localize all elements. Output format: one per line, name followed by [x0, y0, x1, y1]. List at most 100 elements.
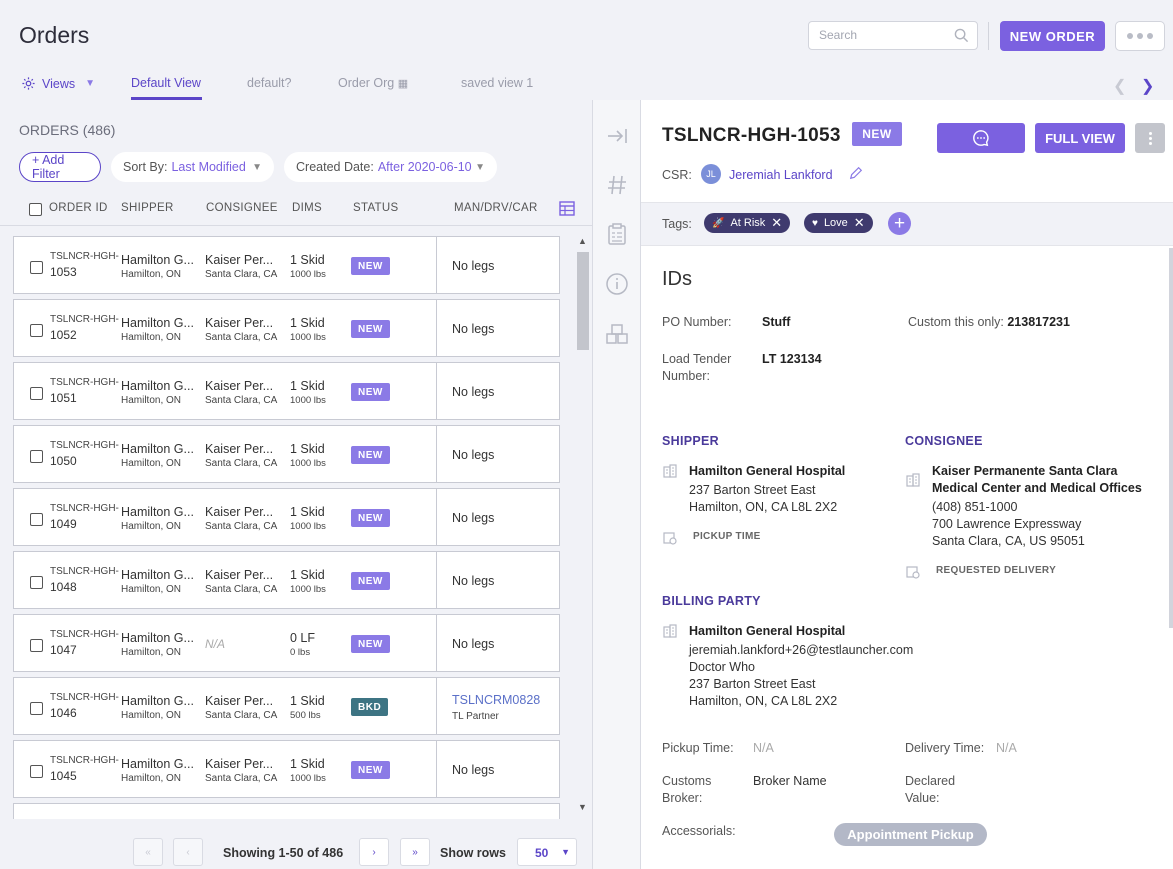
rocket-icon: 🚀	[712, 217, 725, 229]
col-order-id[interactable]: ORDER ID	[49, 202, 108, 214]
orders-table-body: TSLNCR-HGH- 1053 Hamilton G... Hamilton, O…	[13, 236, 560, 819]
billing-section-title: BILLING PARTY	[662, 594, 761, 608]
status-badge: NEW	[351, 446, 390, 464]
table-row[interactable]: TSLNCR-HGH- 1051 Hamilton G... Hamilton, O…	[13, 362, 560, 420]
manifest-link[interactable]: TSLNCRM0828	[452, 693, 540, 707]
row-checkbox[interactable]	[30, 639, 43, 652]
billing-address-line-1: 237 Barton Street East	[689, 677, 816, 691]
created-date-filter[interactable]: Created Date: After 2020-06-10 ▼	[284, 152, 497, 182]
pickup-time-caption[interactable]: PICKUP TIME	[693, 531, 761, 542]
scroll-tabs-right-icon[interactable]: ❯	[1141, 76, 1154, 96]
po-number-value: Stuff	[762, 315, 791, 329]
customs-broker-label-line-1: Customs	[662, 774, 712, 788]
tab-default[interactable]: default?	[247, 76, 291, 90]
chevron-down-icon: ▼	[475, 161, 485, 173]
billing-address-line-2: Hamilton, ON, CA L8L 2X2	[689, 694, 838, 708]
add-tag-button[interactable]: +	[888, 212, 911, 235]
status-badge: BKD	[351, 698, 389, 716]
tag-at-risk[interactable]: 🚀 At Risk ✕	[704, 213, 791, 233]
tab-default-view[interactable]: Default View	[131, 76, 201, 90]
scrollbar-thumb[interactable]	[577, 252, 589, 350]
scroll-tabs-left-icon[interactable]: ❮	[1113, 76, 1126, 96]
chat-bubble-icon	[973, 130, 989, 147]
col-shipper[interactable]: SHIPPER	[121, 202, 174, 214]
scroll-up-icon[interactable]: ▲	[578, 236, 587, 246]
table-row[interactable]: TSLNCR-HGH- 1048 Hamilton G... Hamilton, O…	[13, 551, 560, 609]
billing-email: jeremiah.lankford+26@testlauncher.com	[689, 643, 914, 657]
chat-button[interactable]	[937, 123, 1025, 153]
building-icon	[663, 624, 677, 638]
load-tender-value: LT 123134	[762, 352, 822, 366]
col-man-drv-car[interactable]: MAN/DRV/CAR	[454, 202, 538, 214]
table-columns-icon[interactable]	[559, 201, 575, 216]
info-icon[interactable]	[605, 272, 629, 296]
load-tender-label-line-1: Load Tender	[662, 352, 732, 366]
row-checkbox[interactable]	[30, 765, 43, 778]
tab-saved-view-1[interactable]: saved view 1	[461, 76, 533, 90]
detail-scrollbar[interactable]	[1169, 248, 1173, 628]
scroll-down-icon[interactable]: ▼	[578, 802, 587, 812]
row-checkbox[interactable]	[30, 387, 43, 400]
avatar: JL	[701, 164, 721, 184]
status-badge: NEW	[351, 635, 390, 653]
pencil-icon[interactable]	[849, 166, 863, 180]
close-icon[interactable]: ✕	[771, 215, 782, 231]
row-checkbox[interactable]	[30, 324, 43, 337]
calendar-clock-icon	[906, 566, 920, 579]
new-order-button[interactable]: NEW ORDER	[1000, 21, 1105, 51]
prev-page-button[interactable]: ‹	[173, 838, 203, 866]
accessorials-label: Accessorials:	[662, 824, 736, 838]
more-options-button[interactable]	[1115, 21, 1165, 51]
status-badge: NEW	[351, 572, 390, 590]
clipboard-icon[interactable]	[605, 222, 629, 246]
tag-love[interactable]: ♥ Love ✕	[804, 213, 873, 233]
pickup-time-label: Pickup Time:	[662, 741, 734, 755]
add-filter-button[interactable]: + Add Filter	[19, 152, 101, 182]
search-input[interactable]: Search	[808, 21, 978, 50]
close-icon[interactable]: ✕	[854, 215, 865, 231]
consignee-name-line-1: Kaiser Permanente Santa Clara	[932, 464, 1118, 478]
csr-label: CSR:	[662, 168, 692, 182]
rows-per-page-select[interactable]: 50 ▼	[517, 838, 577, 866]
row-checkbox[interactable]	[30, 450, 43, 463]
views-menu[interactable]: Views ▼	[21, 76, 95, 91]
status-badge: NEW	[351, 257, 390, 275]
table-row[interactable]: TSLNCR-HGH- 1052 Hamilton G... Hamilton, O…	[13, 299, 560, 357]
list-scrollbar[interactable]: ▲ ▼	[576, 236, 590, 819]
table-row[interactable]: TSLNCR-HGH- 1047 Hamilton G... Hamilton, O…	[13, 614, 560, 672]
building-icon	[663, 464, 677, 478]
table-row[interactable]: TSLNCR-HGH- 1045 Hamilton G... Hamilton, O…	[13, 740, 560, 798]
consignee-phone: (408) 851-1000	[932, 500, 1018, 514]
col-dims[interactable]: DIMS	[292, 202, 322, 214]
table-row[interactable]: TSLNCR-HGH- 1049 Hamilton G... Hamilton, O…	[13, 488, 560, 546]
csr-name-link[interactable]: Jeremiah Lankford	[729, 168, 833, 182]
views-label: Views	[42, 76, 76, 91]
page-title: Orders	[19, 22, 90, 48]
sort-by-dropdown[interactable]: Sort By: Last Modified ▼	[111, 152, 274, 182]
views-tab-bar: Views ▼ Default View default? Order Org …	[0, 70, 1173, 100]
row-checkbox[interactable]	[30, 261, 43, 274]
next-page-button[interactable]: ›	[359, 838, 389, 866]
requested-delivery-caption[interactable]: REQUESTED DELIVERY	[936, 565, 1056, 576]
table-row[interactable]	[13, 803, 560, 819]
row-checkbox[interactable]	[30, 513, 43, 526]
col-status[interactable]: STATUS	[353, 202, 398, 214]
table-row[interactable]: TSLNCR-HGH- 1050 Hamilton G... Hamilton, O…	[13, 425, 560, 483]
tab-order-org[interactable]: Order Org ▦	[338, 76, 408, 90]
collapse-panel-icon[interactable]	[605, 124, 629, 148]
table-row[interactable]: TSLNCR-HGH- 1046 Hamilton G... Hamilton, O…	[13, 677, 560, 735]
consignee-section-title: CONSIGNEE	[905, 434, 983, 448]
hash-icon[interactable]	[605, 173, 629, 197]
table-row[interactable]: TSLNCR-HGH- 1053 Hamilton G... Hamilton, O…	[13, 236, 560, 294]
full-view-button[interactable]: FULL VIEW	[1035, 123, 1125, 153]
boxes-icon[interactable]	[605, 322, 629, 346]
last-page-button[interactable]: »	[400, 838, 430, 866]
kebab-menu-button[interactable]	[1135, 123, 1165, 153]
col-consignee[interactable]: CONSIGNEE	[206, 202, 278, 214]
first-page-button[interactable]: «	[133, 838, 163, 866]
chevron-down-icon: ▼	[561, 847, 570, 857]
row-checkbox[interactable]	[30, 576, 43, 589]
building-icon: ▦	[397, 78, 409, 90]
row-checkbox[interactable]	[30, 702, 43, 715]
select-all-checkbox[interactable]	[29, 203, 42, 216]
